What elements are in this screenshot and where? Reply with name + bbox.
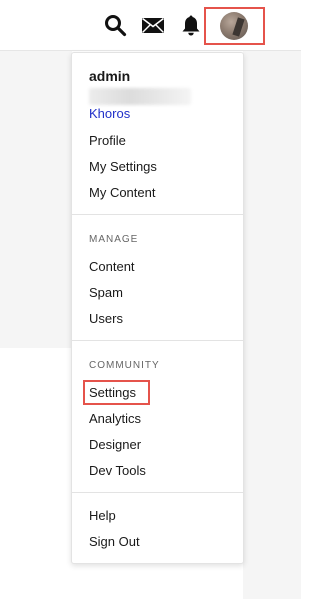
- menu-heading-manage: MANAGE: [89, 234, 139, 245]
- menu-divider: [72, 214, 243, 215]
- bell-icon[interactable]: [179, 13, 203, 37]
- menu-divider: [72, 492, 243, 493]
- page-background-left: [0, 51, 72, 348]
- search-icon[interactable]: [103, 13, 127, 37]
- menu-item-dev-tools[interactable]: Dev Tools: [89, 463, 146, 479]
- menu-username: admin: [89, 68, 131, 84]
- menu-item-designer[interactable]: Designer: [89, 437, 141, 453]
- page-background-right: [243, 51, 301, 599]
- menu-link-khoros[interactable]: Khoros: [89, 106, 130, 122]
- menu-item-analytics[interactable]: Analytics: [89, 411, 141, 427]
- menu-item-content[interactable]: Content: [89, 259, 135, 275]
- avatar[interactable]: [220, 12, 248, 40]
- mail-icon[interactable]: [141, 13, 165, 37]
- menu-item-profile[interactable]: Profile: [89, 133, 126, 149]
- menu-item-help[interactable]: Help: [89, 508, 116, 524]
- menu-item-users[interactable]: Users: [89, 311, 123, 327]
- avatar-button[interactable]: [204, 7, 265, 45]
- menu-item-spam[interactable]: Spam: [89, 285, 123, 301]
- menu-item-my-content[interactable]: My Content: [89, 185, 155, 201]
- redacted-email: [89, 88, 191, 105]
- menu-item-settings[interactable]: Settings: [89, 385, 136, 401]
- menu-divider: [72, 340, 243, 341]
- menu-item-sign-out[interactable]: Sign Out: [89, 534, 140, 550]
- user-dropdown-menu: admin Khoros Profile My Settings My Cont…: [71, 52, 244, 564]
- menu-heading-community: COMMUNITY: [89, 360, 160, 371]
- top-bar: [0, 0, 301, 51]
- menu-item-my-settings[interactable]: My Settings: [89, 159, 157, 175]
